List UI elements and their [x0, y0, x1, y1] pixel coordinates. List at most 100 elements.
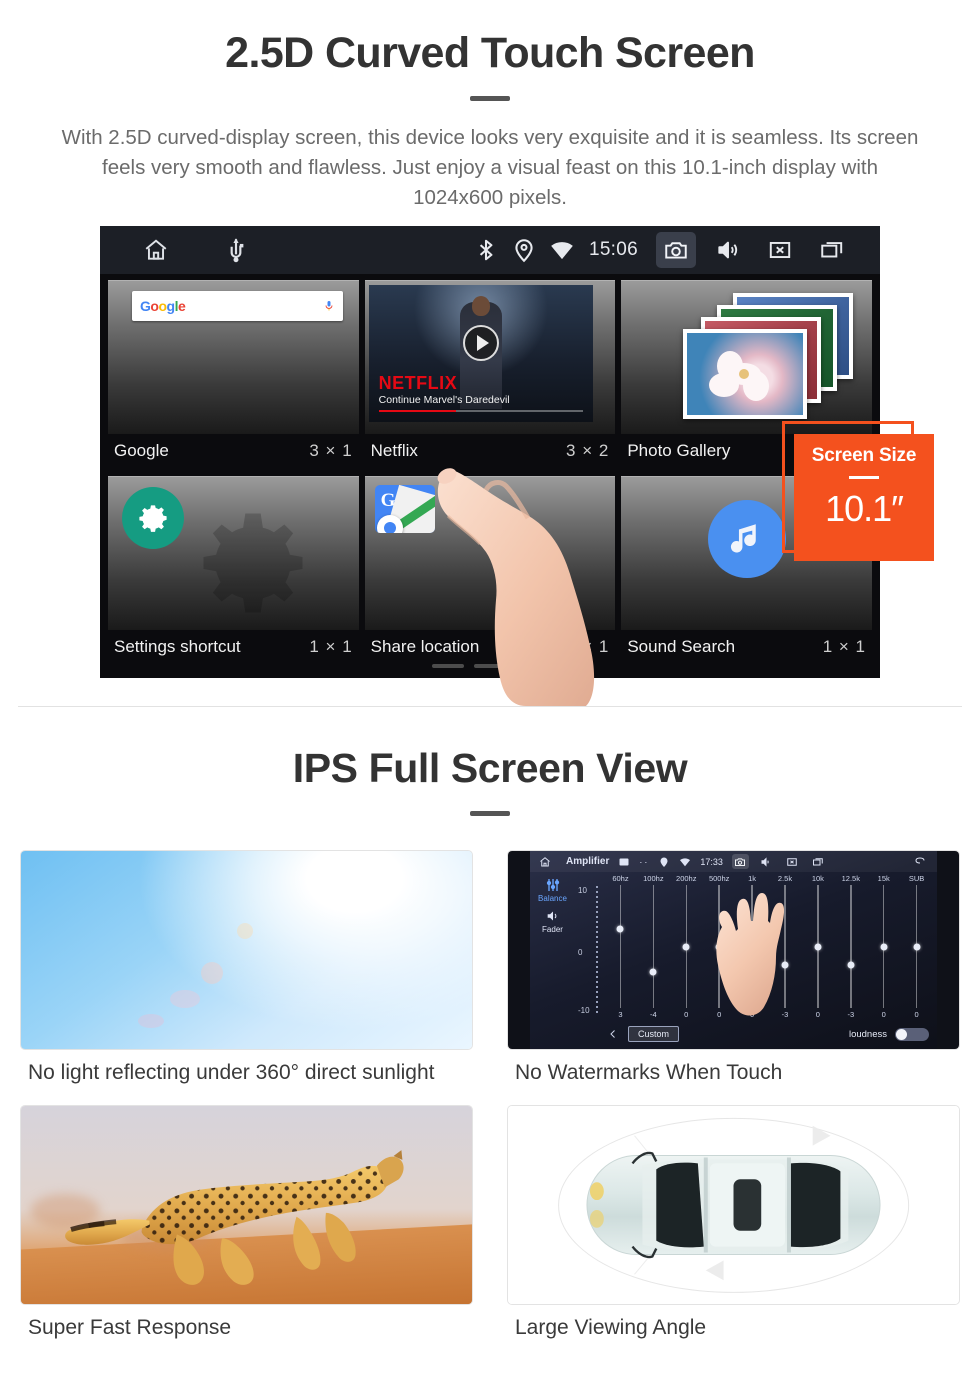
widget-label: Sound Search — [627, 637, 736, 657]
amplifier-equalizer-screenshot: Amplifier ·· 17:33 Balance Fader 10 0 -1… — [507, 850, 960, 1051]
close-box-icon[interactable] — [760, 232, 800, 268]
volume-icon[interactable] — [758, 854, 775, 869]
equalizer-band[interactable]: SUB 0 — [900, 874, 933, 1019]
photo-gallery-widget[interactable] — [621, 280, 872, 435]
page-dot[interactable] — [432, 664, 464, 669]
recent-apps-icon[interactable] — [812, 232, 852, 268]
band-value-label: 0 — [815, 1010, 820, 1020]
widget-google[interactable]: Google Google 3 × 1 — [108, 280, 359, 472]
band-value-label: -4 — [650, 1010, 657, 1020]
equalizer-scale: 10 0 -10 — [578, 886, 600, 1016]
amplifier-clock: 17:33 — [700, 856, 723, 867]
equalizer-band[interactable]: 12.5k -3 — [834, 874, 867, 1019]
band-slider-knob[interactable] — [847, 961, 855, 969]
google-search-widget[interactable]: Google — [108, 280, 359, 435]
band-slider-track[interactable] — [913, 885, 921, 1009]
band-slider-track[interactable] — [649, 885, 657, 1009]
android-status-bar: 15:06 — [100, 226, 880, 275]
settings-gear-badge[interactable] — [122, 487, 184, 550]
band-frequency-label: 500hz — [708, 874, 730, 884]
widget-netflix[interactable]: NETFLIX Continue Marvel's Daredevil Netf… — [364, 280, 616, 472]
feature-card-amplifier: Amplifier ·· 17:33 Balance Fader 10 0 -1… — [507, 850, 960, 1093]
band-slider-track[interactable] — [847, 885, 855, 1009]
title-underline — [470, 96, 510, 102]
netflix-widget[interactable]: NETFLIX Continue Marvel's Daredevil — [364, 280, 616, 435]
more-dots-icon: ·· — [639, 856, 650, 867]
camera-icon[interactable] — [731, 854, 749, 870]
band-slider-track[interactable] — [880, 885, 888, 1009]
band-frequency-label: 15k — [877, 874, 890, 884]
progress-bar — [378, 410, 584, 413]
feature-card-cheetah: Super Fast Response — [20, 1105, 473, 1348]
widget-settings-shortcut[interactable]: Settings shortcut 1 × 1 — [108, 476, 359, 668]
gallery-icon[interactable] — [618, 856, 630, 868]
home-icon[interactable] — [539, 856, 551, 868]
band-slider-knob[interactable] — [682, 943, 690, 951]
widget-label: Netflix — [370, 441, 418, 461]
ips-full-screen-section: IPS Full Screen View No light reflecting… — [0, 707, 980, 1348]
band-slider-knob[interactable] — [616, 925, 624, 932]
band-slider-track[interactable] — [616, 885, 624, 1009]
preset-button[interactable]: Custom — [628, 1026, 680, 1043]
car-top-view — [586, 1126, 881, 1281]
gear-icon — [139, 505, 167, 533]
previous-preset-icon[interactable] — [606, 1028, 620, 1040]
page-indicator[interactable] — [100, 664, 880, 669]
microphone-icon[interactable] — [323, 298, 335, 314]
google-maps-icon: G — [374, 485, 435, 534]
scale-max: 10 — [578, 886, 587, 896]
recent-apps-icon[interactable] — [810, 854, 827, 869]
band-slider-knob[interactable] — [880, 943, 888, 951]
balance-label[interactable]: Balance — [533, 894, 572, 903]
fader-label[interactable]: Fader — [533, 925, 572, 934]
feature-card-grid: No light reflecting under 360° direct su… — [20, 850, 960, 1348]
close-box-icon[interactable] — [784, 854, 801, 869]
band-slider-knob[interactable] — [649, 968, 657, 976]
amplifier-bottom-bar: Custom loudness — [606, 1023, 929, 1045]
usb-icon[interactable] — [216, 232, 256, 268]
equalizer-band[interactable]: 60hz 3 — [604, 874, 637, 1019]
equalizer-band[interactable]: 100hz -4 — [637, 874, 670, 1019]
band-slider-knob[interactable] — [913, 943, 921, 951]
widget-label: Settings shortcut — [114, 637, 241, 657]
curved-touch-screen-section: 2.5D Curved Touch Screen With 2.5D curve… — [0, 0, 980, 707]
page-dot-active[interactable] — [516, 664, 548, 669]
page-dot[interactable] — [474, 664, 506, 669]
equalizer-band[interactable]: 200hz 0 — [670, 874, 703, 1019]
amplifier-title: Amplifier — [566, 856, 610, 868]
volume-icon[interactable] — [708, 232, 748, 268]
wifi-icon — [680, 858, 691, 867]
google-search-bar[interactable]: Google — [132, 291, 343, 322]
home-icon[interactable] — [136, 232, 176, 268]
fader-speaker-icon[interactable] — [543, 908, 563, 924]
equalizer-band[interactable]: 15k 0 — [867, 874, 900, 1019]
card-caption: No light reflecting under 360° direct su… — [28, 1061, 435, 1085]
back-arrow-icon[interactable] — [912, 856, 928, 868]
band-slider-track[interactable] — [814, 885, 822, 1009]
touching-hand-illustration — [716, 893, 784, 1016]
badge-divider — [849, 476, 879, 480]
play-icon[interactable] — [462, 324, 499, 361]
band-frequency-label: 12.5k — [841, 874, 860, 884]
widget-label: Share location — [370, 637, 480, 657]
widget-picker-grid: Google Google 3 × 1 NETFLIX Continue Mar… — [100, 274, 880, 668]
google-maps-widget[interactable]: G — [364, 476, 616, 631]
band-slider-knob[interactable] — [814, 943, 822, 951]
widget-share-location[interactable]: G Share location 1 × 1 — [364, 476, 616, 668]
intro-paragraph: With 2.5D curved-display screen, this de… — [61, 126, 919, 209]
card-caption: Large Viewing Angle — [515, 1316, 707, 1340]
band-frequency-label: 10k — [811, 874, 824, 884]
bluetooth-icon — [473, 237, 499, 263]
widget-size: 3 × 1 — [309, 441, 353, 461]
settings-gear-widget[interactable] — [108, 476, 359, 631]
widget-label: Photo Gallery — [627, 441, 731, 461]
balance-sliders-icon[interactable] — [543, 877, 563, 893]
cheetah-silhouette — [65, 1150, 404, 1286]
widget-size: 1 × 1 — [822, 637, 866, 657]
band-frequency-label: SUB — [908, 874, 925, 884]
sound-search-badge[interactable] — [707, 499, 786, 578]
band-slider-track[interactable] — [682, 885, 690, 1009]
camera-icon[interactable] — [656, 232, 696, 269]
music-note-icon — [730, 523, 756, 553]
loudness-toggle[interactable] — [895, 1027, 929, 1041]
